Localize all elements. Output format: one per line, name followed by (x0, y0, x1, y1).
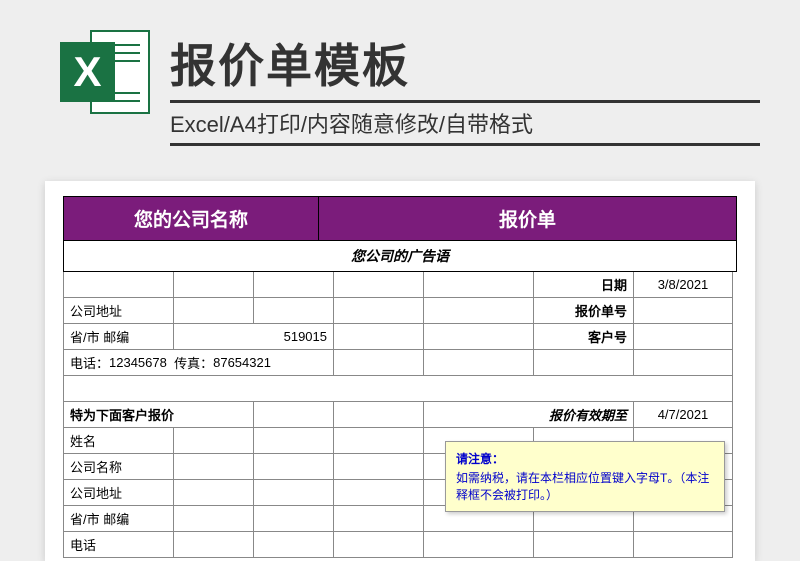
address-label: 公司地址 (63, 298, 173, 324)
page-subtitle: Excel/A4打印/内容随意修改/自带格式 (170, 100, 760, 146)
name-label: 姓名 (63, 428, 173, 454)
company-addr-label: 公司地址 (63, 480, 173, 506)
excel-icon: X (60, 30, 150, 120)
province-label: 省/市 邮编 (63, 324, 173, 350)
valid-until-value: 4/7/2021 (633, 402, 733, 428)
customer-no-label: 客户号 (533, 324, 633, 350)
quote-no-label: 报价单号 (533, 298, 633, 324)
quote-header: 报价单 (319, 196, 737, 241)
date-label: 日期 (533, 272, 633, 298)
province2-label: 省/市 邮编 (63, 506, 173, 532)
info-grid: 日期 3/8/2021 公司地址 报价单号 省/市 邮编 519015 客户号 … (63, 272, 737, 558)
customer-section-label: 特为下面客户报价 (63, 402, 253, 428)
valid-until-label: 报价有效期至 (423, 402, 633, 428)
postal-value: 519015 (173, 324, 333, 350)
comment-title: 请注意： (456, 450, 714, 467)
company-label: 公司名称 (63, 454, 173, 480)
comment-body: 如需纳税，请在本栏相应位置键入字母T。（本注释框不会被打印。） (456, 469, 714, 503)
page-title: 报价单模板 (170, 30, 760, 96)
phone2-label: 电话 (63, 532, 173, 558)
comment-box: 请注意： 如需纳税，请在本栏相应位置键入字母T。（本注释框不会被打印。） (445, 441, 725, 512)
company-name-header: 您的公司名称 (63, 196, 319, 241)
phone-fax-row: 电话：12345678 传真：87654321 (63, 350, 333, 376)
date-value: 3/8/2021 (633, 272, 733, 298)
excel-x-letter: X (73, 48, 101, 96)
slogan-row: 您公司的广告语 (63, 241, 737, 272)
